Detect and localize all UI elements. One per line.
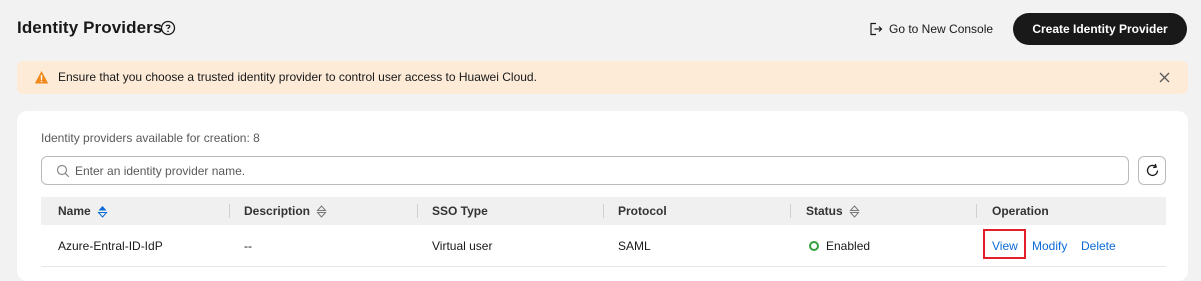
sort-ascending-icon[interactable] (97, 205, 108, 218)
column-operation-label: Operation (992, 204, 1049, 218)
column-status-label: Status (806, 204, 843, 218)
available-count-text: Identity providers available for creatio… (41, 131, 260, 145)
column-sso-type-label: SSO Type (432, 204, 488, 218)
identity-providers-card: Identity providers available for creatio… (17, 111, 1188, 281)
column-divider (790, 204, 791, 218)
go-to-new-console-label: Go to New Console (889, 22, 994, 36)
table-row: Azure-Entral-ID-IdP -- Virtual user SAML… (41, 225, 1166, 267)
search-icon (56, 164, 70, 178)
cell-description: -- (244, 239, 252, 253)
sort-icon[interactable] (849, 204, 860, 218)
column-protocol-label: Protocol (618, 204, 667, 218)
view-link[interactable]: View (992, 239, 1018, 253)
column-divider (976, 204, 977, 218)
column-divider (229, 204, 230, 218)
refresh-button[interactable] (1138, 156, 1166, 185)
create-identity-provider-button[interactable]: Create Identity Provider (1013, 13, 1187, 45)
exit-icon (870, 22, 883, 36)
sort-icon[interactable] (316, 204, 327, 218)
column-header-protocol: Protocol (618, 204, 667, 218)
help-icon[interactable] (160, 20, 176, 36)
alert-message: Ensure that you choose a trusted identit… (58, 70, 537, 84)
go-to-new-console-link[interactable]: Go to New Console (869, 14, 993, 44)
search-input[interactable] (75, 161, 1115, 181)
warning-icon (34, 71, 49, 84)
page-title: Identity Providers (17, 18, 163, 37)
cell-status: Enabled (826, 239, 871, 253)
table-header: Name Description SSO Type Protocol Statu… (41, 197, 1166, 225)
cell-sso-type: Virtual user (432, 239, 493, 253)
page-header: Identity Providers Go to New Console Cre… (0, 0, 1201, 58)
column-header-name[interactable]: Name (58, 204, 108, 218)
column-header-description[interactable]: Description (244, 204, 327, 218)
modify-link[interactable]: Modify (1032, 239, 1067, 253)
cell-protocol: SAML (618, 239, 651, 253)
delete-link[interactable]: Delete (1081, 239, 1116, 253)
search-box[interactable] (41, 156, 1129, 185)
column-header-sso-type: SSO Type (432, 204, 488, 218)
close-icon[interactable] (1158, 71, 1171, 84)
status-enabled-icon (809, 241, 819, 251)
warning-alert: Ensure that you choose a trusted identit… (17, 61, 1188, 94)
column-name-label: Name (58, 204, 91, 218)
column-divider (603, 204, 604, 218)
refresh-icon (1146, 163, 1158, 177)
column-divider (417, 204, 418, 218)
column-header-operation: Operation (992, 204, 1049, 218)
column-description-label: Description (244, 204, 311, 218)
column-header-status[interactable]: Status (806, 204, 860, 218)
cell-name: Azure-Entral-ID-IdP (58, 239, 163, 253)
